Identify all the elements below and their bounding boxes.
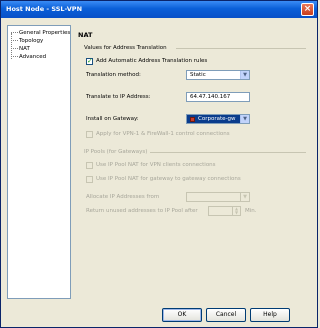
install-on-gateway-value: Corporate-gw xyxy=(198,116,236,122)
section-title: Values for Address Translation xyxy=(84,45,167,51)
translate-ip-value: 64.47.140.167 xyxy=(190,94,231,100)
ok-button[interactable]: OK xyxy=(162,308,202,322)
install-on-gateway-select[interactable]: Corporate-gw ▼ xyxy=(186,114,250,124)
spinner-arrows-icon[interactable]: ▲ ▼ xyxy=(232,207,240,215)
tree-item-label: Topology xyxy=(19,38,44,44)
install-on-gateway-label: Install on Gateway: xyxy=(86,116,139,122)
gateway-icon xyxy=(190,117,195,122)
translation-method-label: Translation method: xyxy=(86,72,141,78)
return-unused-stepper[interactable]: ▲ ▼ xyxy=(208,206,241,216)
cancel-button[interactable]: Cancel xyxy=(206,308,246,322)
use-ip-pool-vpn-clients-label: Use IP Pool NAT for VPN clients connecti… xyxy=(96,162,216,168)
address-translation-section: Values for Address Translation xyxy=(84,45,306,51)
chevron-down-icon[interactable]: ▼ xyxy=(240,193,249,201)
tree-item-label: Advanced xyxy=(19,54,47,60)
ip-pools-title: IP Pools (for Gateways) xyxy=(84,149,148,155)
host-node-dialog: Host Node - SSL-VPN × General Properties… xyxy=(0,0,318,328)
chevron-down-icon[interactable]: ▼ xyxy=(240,71,249,79)
minutes-unit: Min. xyxy=(245,208,257,214)
tree-item-nat[interactable]: NAT xyxy=(11,45,30,53)
apply-vpn-control-checkbox[interactable] xyxy=(86,131,93,138)
translation-method-value: Static xyxy=(190,72,206,78)
allocate-ip-label: Allocate IP Addresses from xyxy=(86,194,160,200)
section-divider xyxy=(150,152,306,153)
ip-pools-section: IP Pools (for Gateways) xyxy=(84,149,306,155)
nat-panel: NAT Values for Address Translation Add A… xyxy=(76,25,313,299)
translation-method-select[interactable]: Static ▼ xyxy=(186,70,250,80)
translate-ip-input[interactable]: 64.47.140.167 xyxy=(186,92,250,102)
nat-heading: NAT xyxy=(78,31,93,39)
use-ip-pool-gw-label: Use IP Pool NAT for gateway to gateway c… xyxy=(96,176,241,182)
help-button[interactable]: Help xyxy=(250,308,290,322)
tree-item-label: NAT xyxy=(19,46,30,52)
translate-ip-label: Translate to IP Address: xyxy=(86,94,151,100)
return-unused-label: Return unused addresses to IP Pool after xyxy=(86,208,198,214)
tree-item-general-properties[interactable]: General Properties xyxy=(11,29,70,37)
title-bar[interactable]: Host Node - SSL-VPN × xyxy=(1,1,317,18)
tree-item-advanced[interactable]: Advanced xyxy=(11,53,46,61)
add-auto-rules-checkbox[interactable] xyxy=(86,57,93,65)
properties-tree: General Properties Topology NAT Advanced xyxy=(7,25,71,299)
add-auto-rules-label: Add Automatic Address Translation rules xyxy=(96,58,208,64)
allocate-ip-select[interactable]: ▼ xyxy=(186,192,250,202)
apply-vpn-control-label: Apply for VPN-1 & FireWall-1 control con… xyxy=(96,131,230,137)
tree-item-label: General Properties xyxy=(19,30,71,36)
use-ip-pool-gw-checkbox[interactable] xyxy=(86,176,93,183)
section-divider xyxy=(176,48,306,49)
use-ip-pool-vpn-clients-checkbox[interactable] xyxy=(86,162,93,169)
tree-item-topology[interactable]: Topology xyxy=(11,37,43,45)
window-title: Host Node - SSL-VPN xyxy=(6,5,83,13)
chevron-down-icon[interactable]: ▼ xyxy=(240,115,249,123)
close-icon[interactable]: × xyxy=(301,3,314,16)
